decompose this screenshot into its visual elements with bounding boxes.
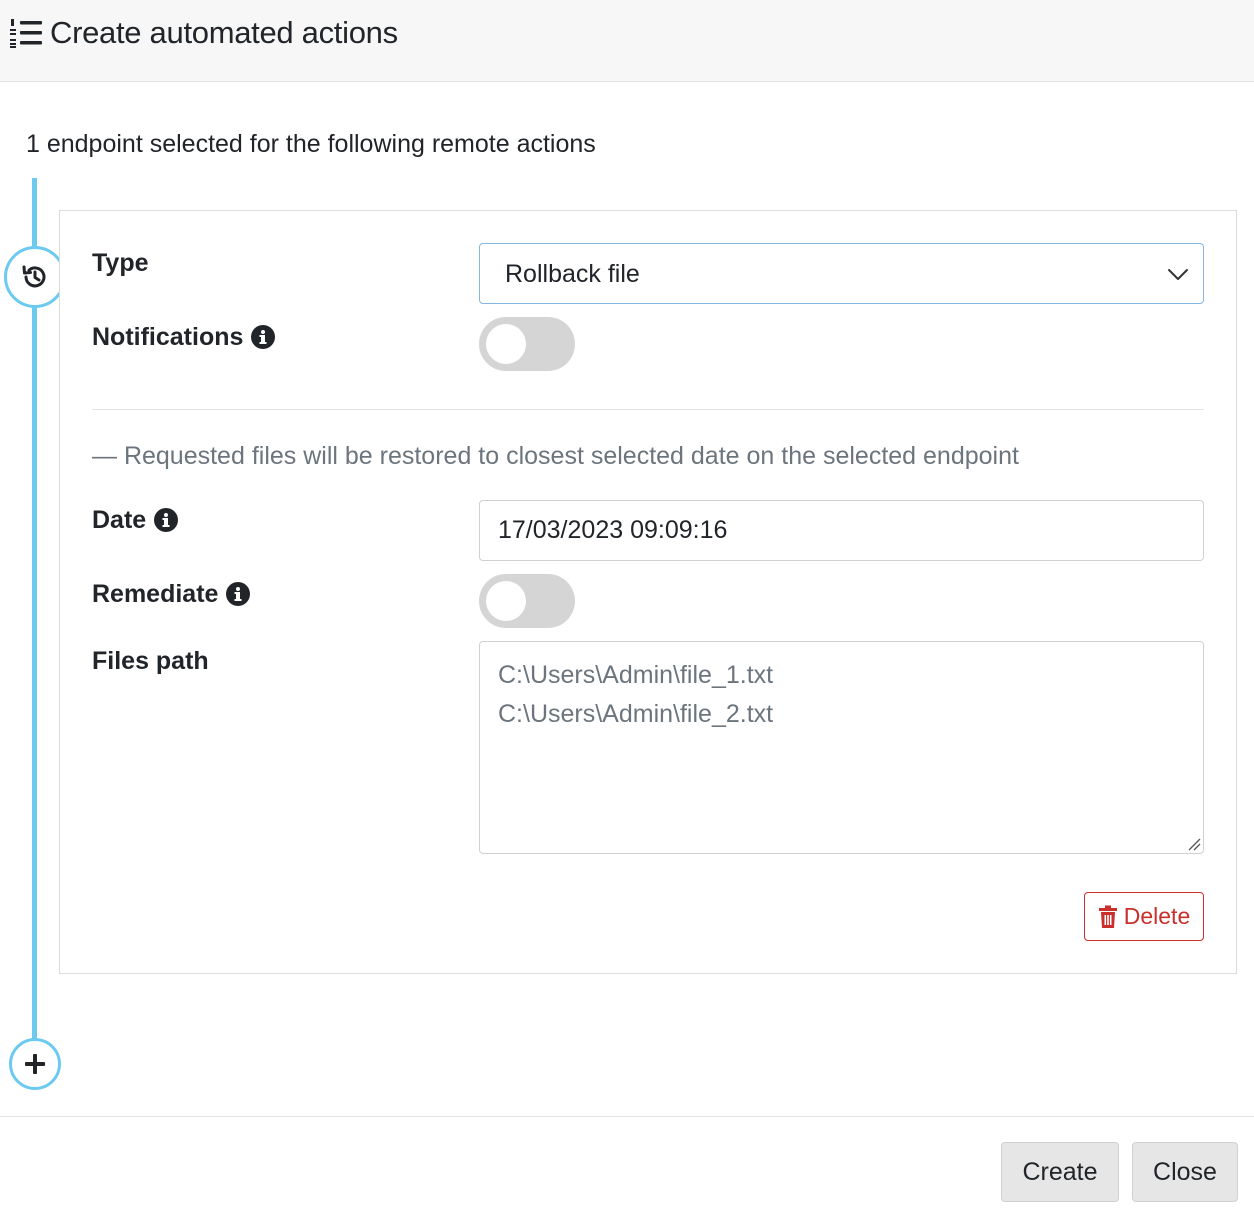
endpoint-selection-summary: 1 endpoint selected for the following re… — [26, 130, 596, 158]
type-select[interactable]: Rollback file — [479, 243, 1204, 304]
add-action-button[interactable] — [9, 1038, 61, 1090]
modal-title: Create automated actions — [50, 15, 398, 50]
list-ordered-icon — [10, 19, 42, 48]
files-path-textarea[interactable]: C:\Users\Admin\file_1.txt C:\Users\Admin… — [479, 641, 1204, 854]
date-label: Date — [92, 504, 179, 536]
create-button[interactable]: Create — [1001, 1142, 1119, 1202]
type-select-value: Rollback file — [505, 260, 640, 288]
trash-icon — [1098, 905, 1117, 928]
notifications-label: Notifications — [92, 321, 276, 353]
info-icon[interactable] — [226, 582, 251, 606]
delete-action-button[interactable]: Delete — [1084, 892, 1204, 941]
files-path-line: C:\Users\Admin\file_1.txt — [498, 661, 774, 689]
files-path-line: C:\Users\Admin\file_2.txt — [498, 700, 774, 728]
toggle-knob — [486, 581, 526, 621]
delete-label: Delete — [1123, 903, 1191, 929]
date-input[interactable]: 17/03/2023 09:09:16 — [479, 500, 1204, 561]
toggle-knob — [486, 324, 526, 364]
info-icon[interactable] — [251, 325, 276, 349]
close-button[interactable]: Close — [1132, 1142, 1238, 1202]
remediate-label: Remediate — [92, 578, 251, 610]
files-path-label: Files path — [92, 647, 209, 675]
info-icon[interactable] — [154, 508, 179, 532]
resize-handle-icon[interactable] — [1187, 837, 1201, 851]
rollback-help-text: — Requested files will be restored to cl… — [92, 442, 1019, 470]
remediate-toggle[interactable] — [479, 574, 575, 628]
type-label: Type — [92, 249, 149, 277]
history-icon — [22, 265, 46, 288]
modal-header: Create automated actions — [0, 0, 1254, 82]
chevron-down-icon — [1168, 269, 1188, 280]
divider — [92, 409, 1204, 410]
notifications-toggle[interactable] — [479, 317, 575, 371]
timeline-step-node — [4, 246, 66, 308]
plus-icon — [25, 1054, 45, 1074]
